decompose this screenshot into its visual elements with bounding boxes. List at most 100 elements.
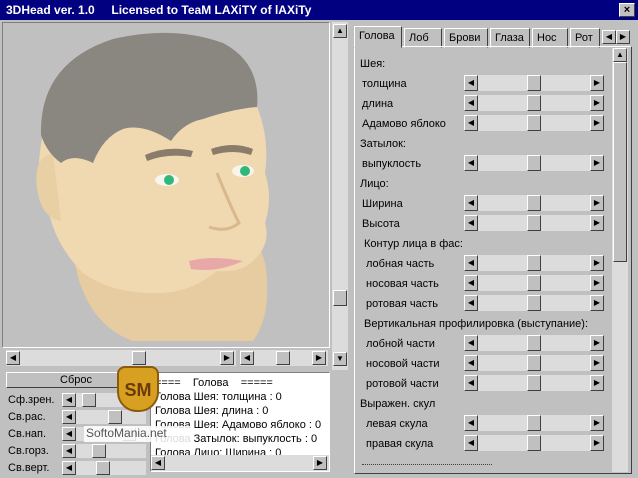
tab-forehead[interactable]: Лоб: [404, 28, 442, 48]
slider-thumb[interactable]: [527, 335, 541, 351]
scroll-down-arrow[interactable]: ▼: [333, 352, 347, 366]
mini-slider[interactable]: ◀: [62, 410, 146, 424]
slider-right-arrow[interactable]: ▶: [590, 375, 604, 391]
slider-right-arrow[interactable]: ▶: [590, 435, 604, 451]
slider-left-arrow[interactable]: ◀: [464, 295, 478, 311]
scroll-thumb[interactable]: [613, 62, 627, 262]
log-hscroll[interactable]: ◀ ▶: [151, 455, 329, 471]
slider-right-arrow[interactable]: ▶: [590, 115, 604, 131]
slider-right-arrow[interactable]: ▶: [590, 275, 604, 291]
slider-thumb[interactable]: [92, 444, 106, 458]
slider-left-arrow[interactable]: ◀: [464, 275, 478, 291]
slider-left-arrow[interactable]: ◀: [62, 393, 76, 407]
slider-thumb[interactable]: [527, 75, 541, 91]
slider-left-arrow[interactable]: ◀: [464, 355, 478, 371]
param-slider[interactable]: ◀ ▶: [464, 275, 604, 291]
slider-right-arrow[interactable]: ▶: [590, 335, 604, 351]
param-slider[interactable]: ◀ ▶: [464, 115, 604, 131]
param-slider[interactable]: ◀ ▶: [464, 295, 604, 311]
close-button[interactable]: ×: [619, 3, 635, 17]
param-slider[interactable]: ◀ ▶: [464, 195, 604, 211]
slider-thumb[interactable]: [527, 95, 541, 111]
slider-left-arrow[interactable]: ◀: [62, 427, 76, 441]
scroll-thumb[interactable]: [333, 290, 347, 306]
slider-thumb[interactable]: [527, 115, 541, 131]
param-slider[interactable]: ◀ ▶: [464, 415, 604, 431]
tab-eyes[interactable]: Глаза: [490, 28, 530, 48]
slider-thumb[interactable]: [527, 295, 541, 311]
scroll-right-arrow[interactable]: ▶: [220, 351, 234, 365]
viewport-vscroll[interactable]: ▲ ▼: [332, 22, 348, 370]
param-slider[interactable]: ◀ ▶: [464, 355, 604, 371]
slider-right-arrow[interactable]: ▶: [590, 415, 604, 431]
slider-left-arrow[interactable]: ◀: [464, 115, 478, 131]
panel-divider: [362, 464, 492, 465]
slider-right-arrow[interactable]: ▶: [590, 255, 604, 271]
tab-scroll-left[interactable]: ◀: [602, 30, 616, 44]
slider-left-arrow[interactable]: ◀: [62, 444, 76, 458]
mini-slider-label: Св.верт.: [8, 462, 50, 474]
scroll-up-arrow[interactable]: ▲: [333, 24, 347, 38]
slider-left-arrow[interactable]: ◀: [62, 461, 76, 475]
slider-left-arrow[interactable]: ◀: [62, 410, 76, 424]
slider-right-arrow[interactable]: ▶: [590, 355, 604, 371]
scroll-right-arrow[interactable]: ▶: [312, 351, 326, 365]
scroll-thumb[interactable]: [132, 351, 146, 365]
scroll-left-arrow[interactable]: ◀: [240, 351, 254, 365]
slider-thumb[interactable]: [527, 155, 541, 171]
slider-thumb[interactable]: [527, 375, 541, 391]
tab-mouth[interactable]: Рот: [570, 28, 600, 48]
tab-scroll-right[interactable]: ▶: [616, 30, 630, 44]
slider-left-arrow[interactable]: ◀: [464, 155, 478, 171]
slider-right-arrow[interactable]: ▶: [590, 195, 604, 211]
mini-slider[interactable]: ◀: [62, 461, 146, 475]
slider-left-arrow[interactable]: ◀: [464, 95, 478, 111]
slider-thumb[interactable]: [527, 215, 541, 231]
slider-thumb[interactable]: [527, 435, 541, 451]
param-slider[interactable]: ◀ ▶: [464, 435, 604, 451]
tab-nose[interactable]: Нос: [532, 28, 568, 48]
head-viewport[interactable]: [2, 22, 330, 348]
tab-head[interactable]: Голова: [354, 26, 402, 48]
panel-vscroll[interactable]: ▲: [612, 48, 628, 472]
param-slider[interactable]: ◀ ▶: [464, 375, 604, 391]
tab-brows[interactable]: Брови: [444, 28, 488, 48]
slider-right-arrow[interactable]: ▶: [590, 95, 604, 111]
slider-thumb[interactable]: [527, 195, 541, 211]
mini-slider[interactable]: ◀: [62, 444, 146, 458]
viewport-hscroll-1[interactable]: ◀ ▶: [6, 350, 236, 366]
slider-right-arrow[interactable]: ▶: [590, 155, 604, 171]
slider-left-arrow[interactable]: ◀: [464, 215, 478, 231]
viewport-hscroll-2[interactable]: ◀ ▶: [240, 350, 328, 366]
scroll-thumb[interactable]: [276, 351, 290, 365]
param-slider[interactable]: ◀ ▶: [464, 255, 604, 271]
slider-thumb[interactable]: [527, 275, 541, 291]
scroll-left-arrow[interactable]: ◀: [151, 456, 165, 470]
param-slider[interactable]: ◀ ▶: [464, 215, 604, 231]
slider-thumb[interactable]: [96, 461, 110, 475]
scroll-right-arrow[interactable]: ▶: [313, 456, 327, 470]
scroll-left-arrow[interactable]: ◀: [6, 351, 20, 365]
slider-left-arrow[interactable]: ◀: [464, 75, 478, 91]
slider-thumb[interactable]: [527, 355, 541, 371]
param-slider[interactable]: ◀ ▶: [464, 335, 604, 351]
slider-thumb[interactable]: [108, 410, 122, 424]
slider-left-arrow[interactable]: ◀: [464, 195, 478, 211]
param-slider[interactable]: ◀ ▶: [464, 75, 604, 91]
slider-right-arrow[interactable]: ▶: [590, 295, 604, 311]
log-panel[interactable]: ==== Голова ===== Голова Шея: толщина : …: [150, 372, 330, 472]
param-slider[interactable]: ◀ ▶: [464, 155, 604, 171]
param-label: толщина: [362, 78, 407, 90]
slider-left-arrow[interactable]: ◀: [464, 255, 478, 271]
slider-thumb[interactable]: [527, 255, 541, 271]
scroll-up-arrow[interactable]: ▲: [613, 48, 627, 62]
param-slider[interactable]: ◀ ▶: [464, 95, 604, 111]
slider-right-arrow[interactable]: ▶: [590, 75, 604, 91]
slider-thumb[interactable]: [527, 415, 541, 431]
slider-left-arrow[interactable]: ◀: [464, 415, 478, 431]
slider-left-arrow[interactable]: ◀: [464, 335, 478, 351]
slider-left-arrow[interactable]: ◀: [464, 435, 478, 451]
slider-left-arrow[interactable]: ◀: [464, 375, 478, 391]
slider-right-arrow[interactable]: ▶: [590, 215, 604, 231]
slider-thumb[interactable]: [82, 393, 96, 407]
